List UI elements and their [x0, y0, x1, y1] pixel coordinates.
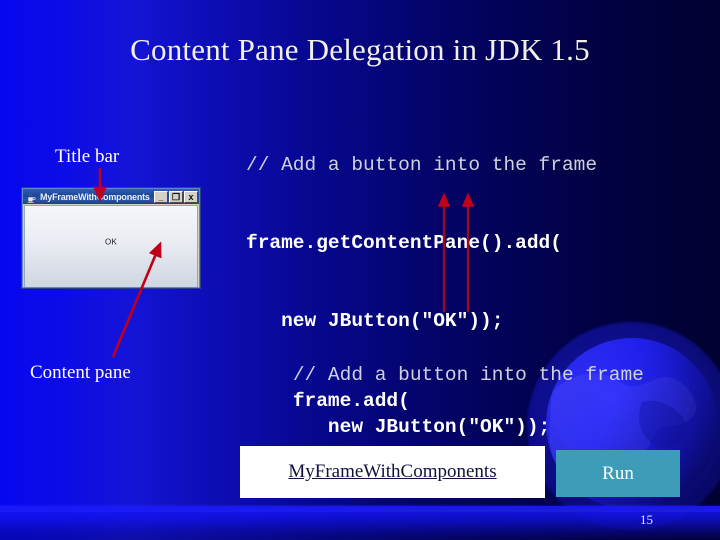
code-statement-line-2: new JButton("OK"));	[246, 310, 504, 332]
minimize-icon[interactable]: _	[154, 190, 168, 203]
mini-window-content-pane: OK	[24, 205, 198, 287]
hyperlink-box[interactable]: MyFrameWithComponents	[240, 446, 545, 498]
mini-ok-button[interactable]: OK	[102, 237, 120, 248]
code-statement-line-1: frame.add(	[292, 390, 410, 412]
mini-window-titlebar: MyFrameWithComponents _ ❐ x	[23, 189, 199, 204]
code-statement-line-1: frame.getContentPane().add(	[246, 232, 562, 254]
code-comment-line: // Add a button into the frame	[292, 364, 644, 386]
java-coffee-cup-icon	[25, 191, 37, 203]
run-button-label: Run	[602, 462, 634, 484]
slide-canvas: Content Pane Delegation in JDK 1.5 Title…	[0, 0, 720, 540]
run-button[interactable]: Run	[556, 450, 680, 497]
mini-app-window-screenshot: MyFrameWithComponents _ ❐ x OK	[22, 188, 200, 288]
label-content-pane: Content pane	[30, 362, 131, 383]
code-statement-line-2: new JButton("OK"));	[292, 416, 551, 438]
hyperlink-label[interactable]: MyFrameWithComponents	[288, 461, 496, 483]
label-title-bar: Title bar	[55, 146, 120, 167]
page-title: Content Pane Delegation in JDK 1.5	[130, 32, 590, 67]
bottom-band-decoration	[0, 506, 720, 540]
mini-window-title: MyFrameWithComponents	[40, 191, 150, 202]
mini-window-controls: _ ❐ x	[154, 190, 198, 203]
code-comment-line: // Add a button into the frame	[246, 154, 598, 176]
page-number: 15	[640, 512, 653, 527]
close-icon[interactable]: x	[184, 190, 198, 203]
maximize-icon[interactable]: ❐	[169, 190, 183, 203]
